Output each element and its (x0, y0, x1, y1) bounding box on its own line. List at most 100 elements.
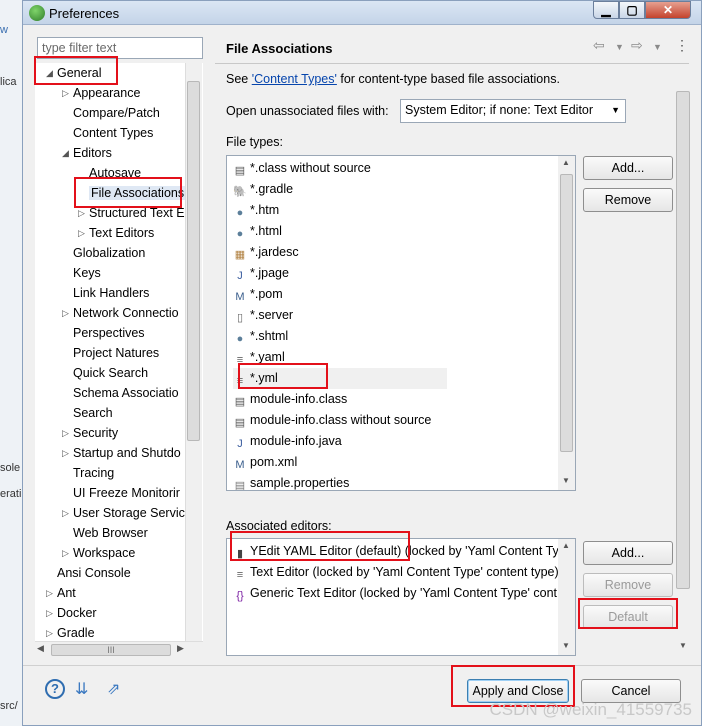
file-types-scrollbar[interactable]: ▲ ▼ (558, 156, 575, 490)
export-icon[interactable]: ⇗ (107, 681, 129, 699)
forward-icon[interactable]: ⇨ (631, 37, 643, 54)
collapsed-arrow-icon[interactable]: ▷ (46, 603, 53, 623)
scroll-up-icon[interactable]: ▲ (562, 158, 570, 167)
scroll-down-icon[interactable]: ▼ (562, 476, 570, 485)
file-type-row[interactable]: ● *.shtml (233, 326, 289, 347)
expanded-arrow-icon[interactable]: ◢ (46, 63, 53, 83)
collapsed-arrow-icon[interactable]: ▷ (78, 203, 85, 223)
associated-editors-list[interactable]: ▮ YEdit YAML Editor (default) (locked by … (226, 538, 576, 656)
back-menu-icon[interactable]: ▼ (615, 42, 624, 52)
tree-item[interactable]: Tracing (73, 463, 114, 483)
help-icon[interactable]: ? (45, 679, 65, 699)
file-type-row[interactable]: ▤ *.class without source (233, 158, 371, 179)
collapsed-arrow-icon[interactable]: ▷ (62, 503, 69, 523)
open-with-combo[interactable]: System Editor; if none: Text Editor ▼ (400, 99, 626, 123)
tree-item[interactable]: Project Natures (73, 343, 159, 363)
editors-scrollbar[interactable]: ▲ ▼ (558, 539, 575, 655)
tree-item[interactable]: Quick Search (73, 363, 148, 383)
title-bar[interactable]: Preferences ▁ ▢ ✕ (23, 1, 701, 25)
filter-input[interactable]: type filter text (37, 37, 203, 59)
tree-item-label: Project Natures (73, 346, 160, 360)
collapsed-arrow-icon[interactable]: ▷ (46, 623, 53, 643)
tree-item[interactable]: Globalization (73, 243, 145, 263)
content-types-link[interactable]: 'Content Types' (252, 72, 337, 86)
tree-horizontal-scrollbar[interactable]: ◀ III ▶ (35, 641, 203, 658)
scroll-left-icon[interactable]: ◀ (37, 643, 44, 654)
tree-item[interactable]: Schema Associatio (73, 383, 179, 403)
file-type-row[interactable]: 🐘 *.gradle (233, 179, 293, 200)
collapsed-arrow-icon[interactable]: ▷ (62, 443, 69, 463)
tree-item[interactable]: ▷ Structured Text E (78, 203, 185, 223)
tree-item[interactable]: ◢ Editors (62, 143, 112, 163)
scroll-up-icon[interactable]: ▲ (562, 541, 570, 550)
file-type-row[interactable]: ≡ *.yml (233, 368, 447, 389)
page-scroll-thumb[interactable] (676, 91, 690, 589)
collapsed-arrow-icon[interactable]: ▷ (62, 303, 69, 323)
file-types-list[interactable]: ▤ *.class without source 🐘 *.gradle ● *.htm ● *… (226, 155, 576, 491)
tree-item[interactable]: Content Types (73, 123, 153, 143)
file-type-row[interactable]: ▯ *.server (233, 305, 293, 326)
tree-item[interactable]: UI Freeze Monitorir (73, 483, 180, 503)
scroll-down-icon[interactable]: ▼ (562, 641, 570, 650)
remove-file-type-button[interactable]: Remove (583, 188, 673, 212)
view-menu-icon[interactable]: ⋮ (675, 37, 689, 54)
expanded-arrow-icon[interactable]: ◢ (62, 143, 69, 163)
file-type-row[interactable]: ● *.htm (233, 200, 280, 221)
file-types-scroll-thumb[interactable] (560, 174, 573, 452)
collapsed-arrow-icon[interactable]: ▷ (62, 423, 69, 443)
collapsed-arrow-icon[interactable]: ▷ (62, 83, 69, 103)
tree-item[interactable]: ▷ Appearance (62, 83, 140, 103)
remove-editor-button[interactable]: Remove (583, 573, 673, 597)
close-icon[interactable]: ✕ (645, 1, 691, 19)
tree-hscroll-thumb[interactable]: III (51, 644, 171, 656)
editor-row[interactable]: {} Generic Text Editor (locked by 'Yaml C… (233, 583, 557, 604)
scroll-down-icon[interactable]: ▼ (679, 641, 687, 650)
tree-item[interactable]: File Associations (89, 183, 187, 203)
tree-item[interactable]: ▷ Network Connectio (62, 303, 179, 323)
editor-row[interactable]: ≡ Text Editor (locked by 'Yaml Content Ty… (233, 562, 559, 583)
file-type-row[interactable]: ▤ module-info.class (233, 389, 347, 410)
tree-item[interactable]: Compare/Patch (73, 103, 160, 123)
import-icon[interactable]: ⇊ (75, 681, 97, 699)
maximize-icon[interactable]: ▢ (619, 1, 645, 19)
tree-item[interactable]: ◢ General (46, 63, 101, 83)
editor-row[interactable]: ▮ YEdit YAML Editor (default) (locked by … (233, 541, 559, 562)
tree-item[interactable]: Web Browser (73, 523, 148, 543)
file-type-row[interactable]: Mpom.xml (233, 452, 297, 473)
tree-item[interactable]: Keys (73, 263, 101, 283)
tree-item[interactable]: ▷ Workspace (62, 543, 135, 563)
file-type-row[interactable]: J *.jpage (233, 263, 289, 284)
minimize-icon[interactable]: ▁ (593, 1, 619, 19)
tree-scroll-thumb[interactable] (187, 81, 200, 441)
file-type-row[interactable]: ▦ *.jardesc (233, 242, 299, 263)
file-type-row[interactable]: M *.pom (233, 284, 282, 305)
file-types-label: File types: (226, 135, 283, 149)
forward-menu-icon[interactable]: ▼ (653, 42, 662, 52)
tree-item[interactable]: ▷ User Storage Servic (62, 503, 185, 523)
tree-item[interactable]: Ansi Console (57, 563, 131, 583)
back-icon[interactable]: ⇦ (593, 37, 605, 54)
file-type-row[interactable]: ≡ *.yaml (233, 347, 285, 368)
file-type-row[interactable]: ▤ sample.properties (233, 473, 350, 490)
default-editor-button[interactable]: Default (583, 605, 673, 629)
tree-item[interactable]: Link Handlers (73, 283, 149, 303)
tree-item[interactable]: Autosave (89, 163, 141, 183)
tree-item[interactable]: ▷ Text Editors (78, 223, 154, 243)
file-type-row[interactable]: ● *.html (233, 221, 282, 242)
tree-item[interactable]: ▷ Startup and Shutdo (62, 443, 181, 463)
tree-item[interactable]: ▷ Gradle (46, 623, 95, 643)
scroll-right-icon[interactable]: ▶ (177, 643, 184, 654)
file-type-row[interactable]: Jmodule-info.java (233, 431, 341, 452)
tree-item[interactable]: Perspectives (73, 323, 145, 343)
add-editor-button[interactable]: Add... (583, 541, 673, 565)
file-type-row[interactable]: ▤ module-info.class without source (233, 410, 432, 431)
collapsed-arrow-icon[interactable]: ▷ (78, 223, 85, 243)
collapsed-arrow-icon[interactable]: ▷ (62, 543, 69, 563)
tree-item[interactable]: ▷ Security (62, 423, 118, 443)
tree-item[interactable]: ▷ Docker (46, 603, 97, 623)
tree-item[interactable]: ▷ Ant (46, 583, 76, 603)
collapsed-arrow-icon[interactable]: ▷ (46, 583, 53, 603)
add-file-type-button[interactable]: Add... (583, 156, 673, 180)
tree-item[interactable]: Search (73, 403, 113, 423)
page-scrollbar[interactable]: ▼ (675, 89, 691, 657)
